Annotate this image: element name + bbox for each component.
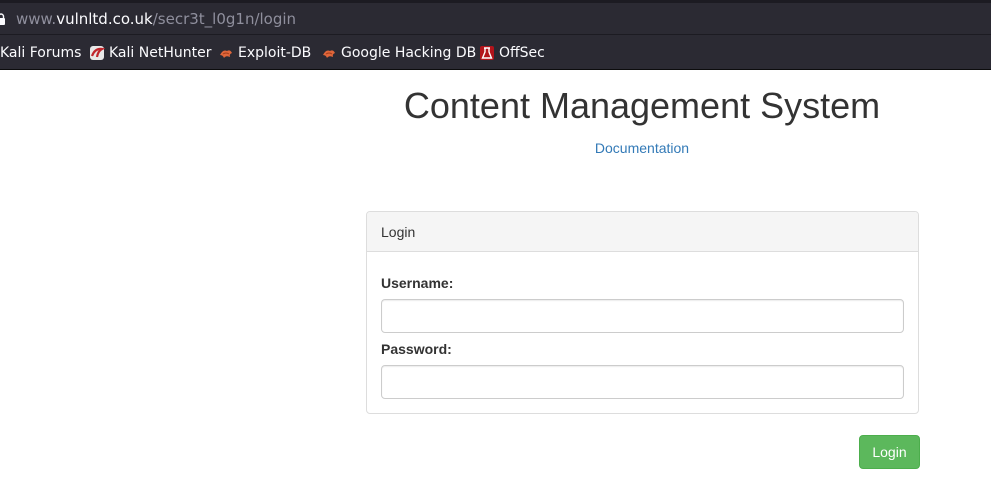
login-button[interactable]: Login bbox=[859, 435, 920, 469]
exploit-db-icon bbox=[220, 50, 232, 58]
panel-heading: Login bbox=[367, 212, 918, 252]
bookmark-offsec[interactable]: OffSec bbox=[479, 44, 545, 62]
url-field[interactable]: www.vulnltd.co.uk/secr3t_l0g1n/login bbox=[0, 3, 991, 34]
exploit-db-icon bbox=[323, 50, 335, 58]
password-label: Password: bbox=[381, 341, 452, 357]
documentation-link[interactable]: Documentation bbox=[595, 140, 689, 156]
kali-nethunter-icon bbox=[90, 46, 105, 60]
password-input[interactable] bbox=[381, 365, 904, 399]
bookmark-label: Kali NetHunter bbox=[109, 45, 212, 61]
page-title: Content Management System bbox=[403, 85, 881, 126]
bookmark-kali-forums[interactable]: Kali Forums bbox=[0, 44, 81, 62]
login-panel: Login Username: Password: bbox=[366, 211, 919, 414]
username-input[interactable] bbox=[381, 299, 904, 333]
lock-icon[interactable] bbox=[0, 13, 6, 25]
url-path: /secr3t_l0g1n/login bbox=[152, 10, 297, 28]
bookmark-label: Kali Forums bbox=[0, 45, 82, 61]
bookmark-google-hacking-db[interactable]: Google Hacking DB bbox=[321, 44, 476, 62]
bookmark-exploit-db[interactable]: Exploit-DB bbox=[218, 44, 311, 62]
bookmark-label: Google Hacking DB bbox=[341, 45, 477, 61]
url-host: vulnltd.co.uk bbox=[56, 10, 153, 28]
browser-url-bar: www.vulnltd.co.uk/secr3t_l0g1n/login bbox=[0, 0, 991, 35]
offsec-icon bbox=[480, 46, 494, 60]
url-text[interactable]: www.vulnltd.co.uk/secr3t_l0g1n/login bbox=[16, 10, 296, 28]
username-label: Username: bbox=[381, 275, 454, 291]
bookmarks-toolbar: Kali Forums Kali NetHunter Exploit-DB Go… bbox=[0, 35, 991, 70]
bookmark-label: Exploit-DB bbox=[238, 45, 312, 61]
panel-heading-title: Login bbox=[381, 224, 416, 240]
documentation-link-container: Documentation bbox=[366, 139, 918, 157]
url-prefix: www. bbox=[16, 10, 57, 28]
bookmark-kali-nethunter[interactable]: Kali NetHunter bbox=[89, 44, 211, 62]
bookmark-label: OffSec bbox=[499, 45, 545, 61]
